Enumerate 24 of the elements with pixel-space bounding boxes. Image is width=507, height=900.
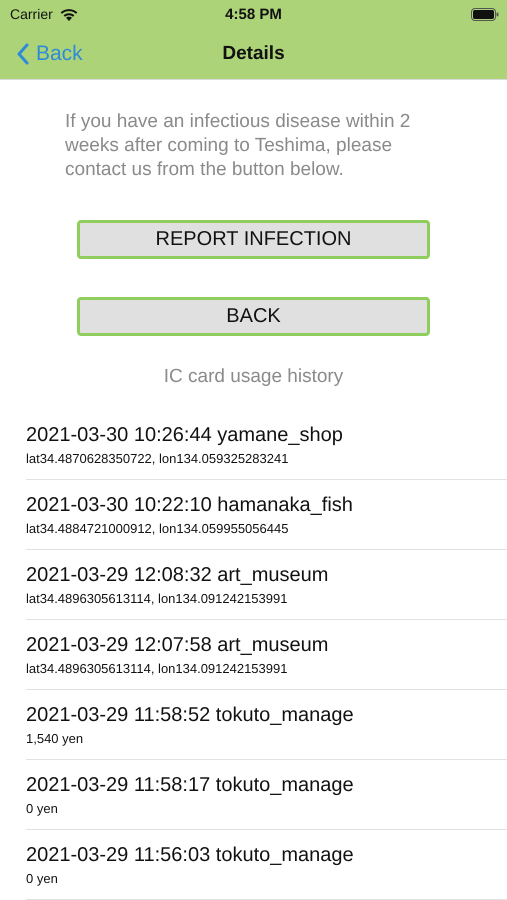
history-entry-detail: lat34.4884721000912, lon134.059955056445 <box>26 520 290 536</box>
history-entry-detail: 0 yen <box>26 870 59 886</box>
wifi-icon <box>58 6 79 22</box>
status-time: 4:58 PM <box>225 6 282 22</box>
section-title: IC card usage history <box>164 366 344 388</box>
history-entry-detail: 1,540 yen <box>26 730 84 746</box>
history-entry-title: 2021-03-30 10:22:10 hamanaka_fish <box>26 494 354 516</box>
carrier-label: Carrier <box>10 6 53 22</box>
action-button[interactable]: BACK <box>77 297 430 336</box>
back-chevron-icon <box>16 42 29 64</box>
history-entry-detail: 0 yen <box>26 800 59 816</box>
history-entry-detail: lat34.4870628350722, lon134.059325283241 <box>26 450 290 466</box>
history-entry-detail: lat34.4896305613114, lon134.091242153991 <box>26 590 288 606</box>
nav-title: Details <box>222 42 285 64</box>
battery-icon <box>471 8 499 20</box>
history-entry-title: 2021-03-29 11:58:17 tokuto_manage <box>26 774 355 796</box>
action-button[interactable]: REPORT INFECTION <box>77 220 430 259</box>
history-entry-title: 2021-03-30 10:26:44 yamane_shop <box>26 424 344 446</box>
intro-text: If you have an infectious disease within 2 weeks after coming to Teshima, please contact us from the button below. <box>65 110 412 182</box>
history-entry-title: 2021-03-29 11:56:03 tokuto_manage <box>26 844 355 866</box>
history-entry-title: 2021-03-29 12:08:32 art_museum <box>26 564 330 586</box>
history-entry-detail: lat34.4896305613114, lon134.091242153991 <box>26 660 288 676</box>
history-entry-title: 2021-03-29 12:07:58 art_museum <box>26 634 330 656</box>
history-entry-title: 2021-03-29 11:58:52 tokuto_manage <box>26 704 355 726</box>
